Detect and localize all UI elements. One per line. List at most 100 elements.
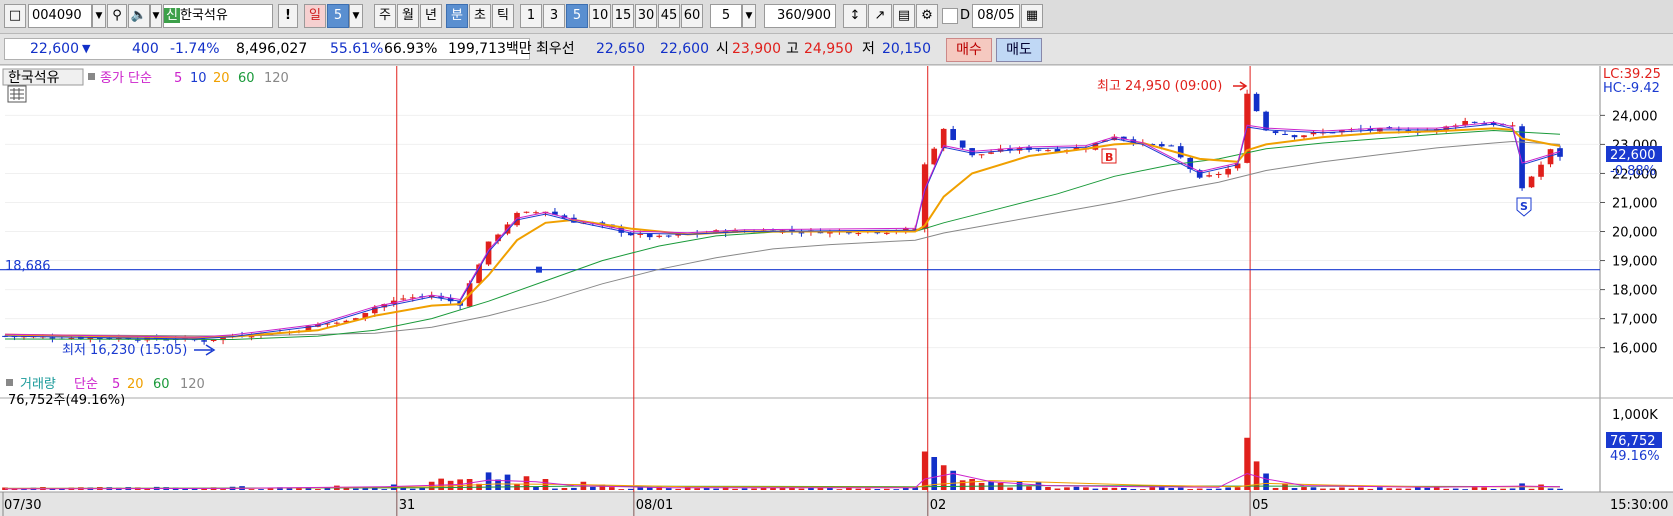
- period-second-button[interactable]: 초: [469, 4, 491, 28]
- interval-1-button[interactable]: 1: [520, 4, 542, 28]
- time-label: 31: [399, 498, 416, 513]
- calendar-icon[interactable]: ▦: [1021, 4, 1043, 28]
- volume-current-pct: 49.16%: [1610, 449, 1660, 464]
- candle-body: [210, 339, 217, 341]
- volume-bar: [1026, 486, 1032, 490]
- candle-body: [134, 339, 141, 341]
- volume-bar: [352, 488, 359, 490]
- buy-button[interactable]: 매수: [946, 38, 992, 62]
- interval-60-button[interactable]: 60: [681, 4, 703, 28]
- period-tick-button[interactable]: 틱: [492, 4, 514, 28]
- interval-dropdown-icon[interactable]: ▼: [742, 4, 756, 28]
- sell-signal-label: S: [1520, 200, 1528, 213]
- candle-body: [950, 129, 956, 140]
- speaker-icon[interactable]: 🔈: [128, 4, 150, 28]
- volume-bar: [1443, 488, 1450, 490]
- candle-body: [665, 235, 672, 237]
- volume-bar: [1509, 488, 1516, 490]
- interval-5-button[interactable]: 5: [566, 4, 588, 28]
- date-checkbox[interactable]: [942, 8, 958, 24]
- period-day-button[interactable]: 일: [304, 4, 326, 28]
- volume-bar: [1206, 488, 1213, 490]
- current-pct-label: -0.88%: [1610, 164, 1656, 179]
- volume-bar: [732, 488, 738, 490]
- volume-bar: [504, 474, 511, 490]
- period-minute-button[interactable]: 분: [446, 4, 468, 28]
- speaker-dropdown-icon[interactable]: ▼: [150, 4, 162, 28]
- volume-ma-label: 단순: [74, 377, 98, 392]
- period-year-button[interactable]: 년: [420, 4, 442, 28]
- stock-name-box[interactable]: 신 한국석유: [163, 4, 273, 28]
- candle-body: [988, 152, 994, 154]
- open-price: 23,900: [732, 41, 781, 57]
- gear-icon[interactable]: ⚙: [916, 4, 938, 28]
- ma-legend-60: 60: [238, 71, 255, 86]
- menu-icon[interactable]: □: [4, 4, 26, 28]
- candle-body: [855, 233, 862, 235]
- ma-legend-120: 120: [264, 71, 289, 86]
- day-num-dropdown-icon[interactable]: ▼: [349, 4, 363, 28]
- volume-bar: [1405, 488, 1412, 490]
- count-input[interactable]: 360/900: [764, 4, 836, 28]
- volume-bar: [855, 488, 862, 490]
- interval-10-button[interactable]: 10: [589, 4, 611, 28]
- volume-bar: [836, 489, 843, 490]
- interval-3-button[interactable]: 3: [543, 4, 565, 28]
- save-icon[interactable]: ▤: [893, 4, 915, 28]
- price-tick-label: 17,000: [1612, 313, 1658, 328]
- sell-button[interactable]: 매도: [996, 38, 1042, 62]
- credit-badge: 신: [164, 8, 180, 23]
- line-tool-icon[interactable]: ↗: [868, 4, 892, 28]
- candle-body: [959, 140, 966, 148]
- volume-bar: [1054, 488, 1061, 490]
- volume-bar: [286, 488, 293, 490]
- chart-background: [0, 66, 1673, 516]
- volume-bar: [627, 488, 634, 490]
- hc-label: HC:-9.42: [1603, 81, 1660, 96]
- volume-bar: [1149, 487, 1156, 490]
- candle-body: [334, 322, 340, 324]
- best-label: 최우선: [536, 41, 575, 57]
- volume-bar: [1092, 488, 1099, 490]
- reference-line-handle[interactable]: [535, 266, 542, 273]
- volume-total: 8,496,027: [236, 41, 308, 57]
- volume-bar: [533, 486, 539, 490]
- alert-button[interactable]: !: [278, 4, 298, 28]
- volume-bar: [1452, 488, 1459, 490]
- volume-bar: [523, 476, 530, 490]
- period-week-button[interactable]: 주: [374, 4, 396, 28]
- volume-bar: [883, 488, 890, 490]
- lc-label: LC:39.25: [1603, 67, 1661, 82]
- interval-input[interactable]: 5: [710, 4, 742, 28]
- date-input[interactable]: 08/05: [972, 4, 1020, 28]
- time-label: 08/01: [636, 498, 673, 513]
- interval-30-button[interactable]: 30: [635, 4, 657, 28]
- hline-label: 18,686: [5, 259, 51, 274]
- search-icon[interactable]: ⚲: [107, 4, 127, 28]
- volume-bar: [1367, 488, 1374, 490]
- stock-chart[interactable]: 16,00017,00018,00019,00020,00021,00022,0…: [0, 66, 1673, 516]
- price-tick-label: 20,000: [1612, 226, 1658, 241]
- quote-bar: 22,600 ▼ 400 -1.74% 8,496,027 55.61% 66.…: [0, 34, 1673, 65]
- period-month-button[interactable]: 월: [397, 4, 419, 28]
- interval-45-button[interactable]: 45: [658, 4, 680, 28]
- low-label: 저: [862, 41, 875, 57]
- ratio-2: 66.93%: [384, 41, 438, 57]
- interval-15-button[interactable]: 15: [612, 4, 634, 28]
- volume-ma-120: 120: [180, 377, 205, 392]
- time-label: 05: [1252, 498, 1269, 513]
- volume-bar: [1547, 488, 1554, 490]
- candle-body: [1225, 168, 1231, 175]
- candle-type-icon[interactable]: ↕: [843, 4, 867, 28]
- volume-ma-20: 20: [127, 377, 144, 392]
- volume-bar: [1490, 489, 1497, 490]
- trade-amount: 199,713백만: [448, 41, 532, 57]
- stock-code-input[interactable]: 004090: [28, 4, 92, 28]
- day-num-select[interactable]: 5: [327, 4, 349, 28]
- volume-bar: [1064, 487, 1070, 490]
- time-label: 07/30: [4, 498, 41, 513]
- volume-bar: [1395, 488, 1402, 490]
- volume-bar: [874, 488, 881, 490]
- code-dropdown-icon[interactable]: ▼: [92, 4, 106, 28]
- candle-body: [1045, 150, 1051, 152]
